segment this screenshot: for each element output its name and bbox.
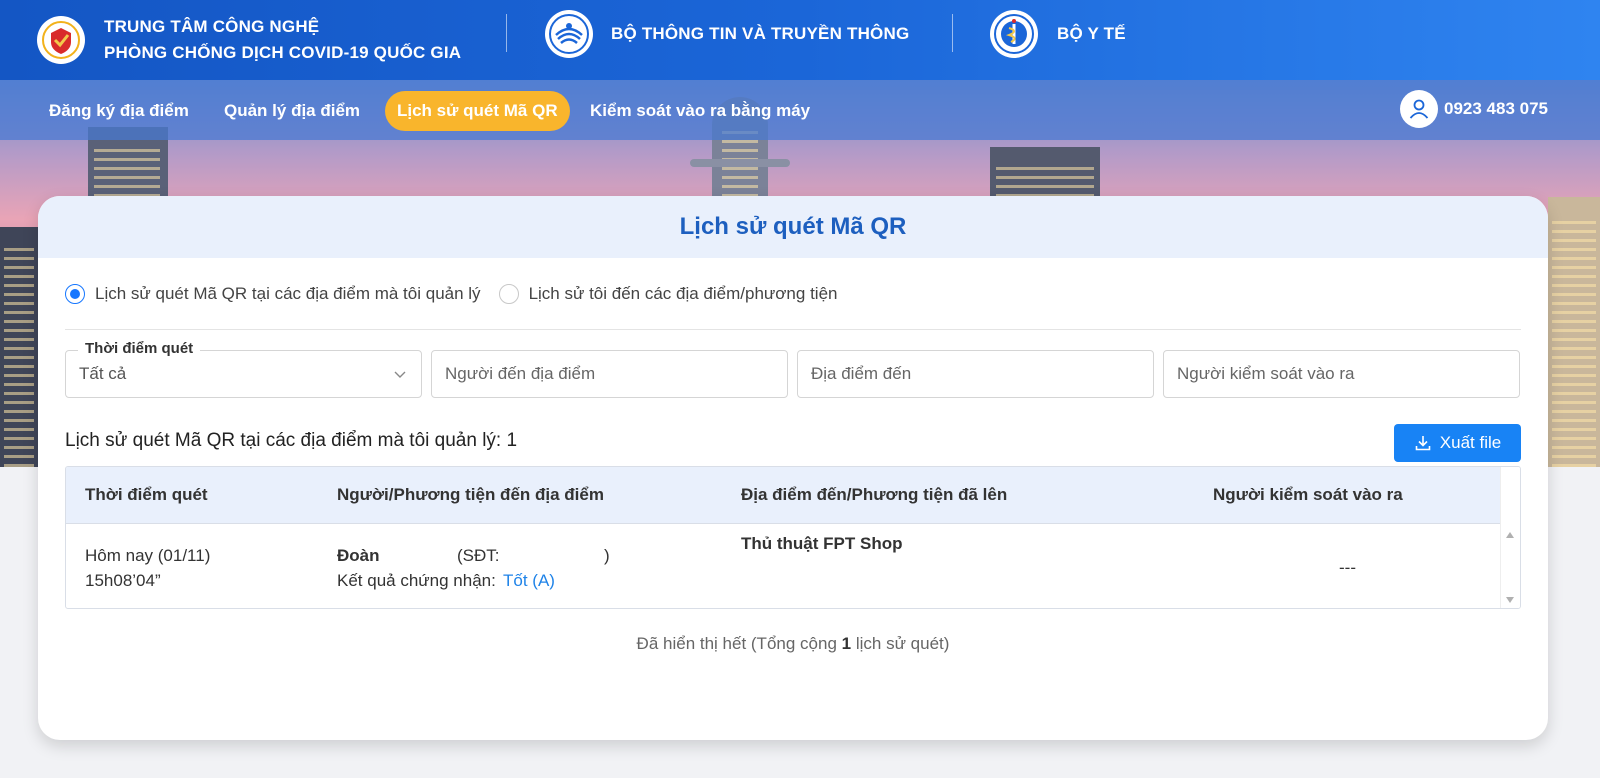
footer-suffix: lịch sử quét): [855, 634, 950, 653]
table-row[interactable]: Hôm nay (01/11) 15h08’04” Đoàn (SĐT: ) K…: [66, 523, 1520, 608]
footer-count: 1: [841, 634, 852, 653]
person-filter-input[interactable]: [445, 351, 787, 397]
place-filter-field[interactable]: [797, 350, 1154, 398]
nav-machine-control[interactable]: Kiểm soát vào ra bằng máy: [578, 91, 822, 131]
top-header: TRUNG TÂM CÔNG NGHỆ PHÒNG CHỐNG DỊCH COV…: [0, 0, 1600, 80]
org-ministry-health: BỘ Y TẾ: [990, 10, 1126, 58]
org2-name: BỘ THÔNG TIN VÀ TRUYỀN THÔNG: [611, 24, 910, 43]
row-controller: ---: [1339, 558, 1356, 577]
footer-prefix: Đã hiển thị hết (Tổng cộng: [636, 634, 837, 653]
time-filter-select[interactable]: Thời điểm quét Tất cả: [65, 340, 422, 398]
controller-filter-input[interactable]: [1177, 351, 1519, 397]
org-covid-center: TRUNG TÂM CÔNG NGHỆ PHÒNG CHỐNG DỊCH COV…: [37, 8, 461, 72]
card-header: Lịch sử quét Mã QR: [38, 196, 1548, 258]
chevron-down-icon: [394, 371, 406, 378]
col-scan-time: Thời điểm quét: [85, 485, 208, 504]
user-account[interactable]: 0923 483 075: [1400, 90, 1548, 128]
history-card: Lịch sử quét Mã QR Lịch sử quét Mã QR tạ…: [38, 196, 1548, 740]
user-icon: [1400, 90, 1438, 128]
header-divider: [506, 14, 507, 52]
row-cert-value[interactable]: Tốt (A): [503, 571, 555, 591]
row-place: Thủ thuật FPT Shop: [741, 534, 903, 553]
row-phone-close: ): [604, 546, 610, 565]
nav-register-place[interactable]: Đăng ký địa điểm: [37, 91, 201, 131]
person-filter-field[interactable]: [431, 350, 788, 398]
nav-manage-place[interactable]: Quản lý địa điểm: [212, 91, 372, 131]
row-phone-label: (SĐT:: [457, 546, 500, 565]
history-table: Thời điểm quét Người/Phương tiện đến địa…: [65, 466, 1521, 609]
history-type-radios: Lịch sử quét Mã QR tại các địa điểm mà t…: [65, 284, 855, 304]
divider: [65, 329, 1521, 330]
download-icon: [1415, 436, 1431, 451]
col-place: Địa điểm đến/Phương tiện đã lên: [741, 485, 1008, 504]
radio-label: Lịch sử tôi đến các địa điểm/phương tiện: [528, 284, 838, 303]
ministry-health-logo: [990, 10, 1038, 58]
col-controller: Người kiểm soát vào ra: [1213, 485, 1403, 504]
row-person-name: Đoàn: [337, 546, 380, 565]
nav-qr-history[interactable]: Lịch sử quét Mã QR: [385, 91, 570, 131]
radio-my-visits[interactable]: Lịch sử tôi đến các địa điểm/phương tiện: [498, 284, 838, 304]
row-time: 15h08’04”: [85, 571, 161, 590]
controller-filter-field[interactable]: [1163, 350, 1520, 398]
table-header: Thời điểm quét Người/Phương tiện đến địa…: [66, 467, 1520, 523]
main-nav: Đăng ký địa điểm Quản lý địa điểm Lịch s…: [0, 80, 1600, 140]
page-title: Lịch sử quét Mã QR: [679, 213, 907, 240]
org1-line1: TRUNG TÂM CÔNG NGHỆ: [104, 17, 320, 36]
col-person: Người/Phương tiện đến địa điểm: [337, 485, 604, 504]
covid-center-logo: [37, 16, 85, 64]
org3-name: BỘ Y TẾ: [1057, 24, 1126, 43]
export-file-button[interactable]: Xuất file: [1394, 424, 1521, 462]
scroll-up-icon[interactable]: [1506, 532, 1514, 538]
radio-unchecked-icon[interactable]: [498, 284, 519, 304]
time-filter-label: Thời điểm quét: [78, 340, 201, 357]
radio-checked-icon[interactable]: [65, 284, 85, 304]
scroll-down-icon[interactable]: [1506, 597, 1514, 603]
org-ministry-ic: BỘ THÔNG TIN VÀ TRUYỀN THÔNG: [545, 10, 909, 58]
header-divider: [952, 14, 953, 52]
ministry-ic-logo: [545, 10, 593, 58]
export-label: Xuất file: [1439, 433, 1502, 452]
place-filter-input[interactable]: [811, 351, 1153, 397]
result-summary: Lịch sử quét Mã QR tại các địa điểm mà t…: [65, 430, 518, 451]
org1-line2: PHÒNG CHỐNG DỊCH COVID-19 QUỐC GIA: [104, 43, 462, 62]
user-phone: 0923 483 075: [1444, 99, 1548, 118]
radio-managed-places[interactable]: Lịch sử quét Mã QR tại các địa điểm mà t…: [65, 284, 481, 304]
time-filter-value: Tất cả: [79, 364, 127, 383]
radio-label: Lịch sử quét Mã QR tại các địa điểm mà t…: [95, 284, 481, 303]
row-cert-label: Kết quả chứng nhận:: [337, 571, 496, 590]
row-date: Hôm nay (01/11): [85, 546, 211, 565]
list-end-note: Đã hiển thị hết (Tổng cộng 1 lịch sử qué…: [38, 634, 1548, 654]
